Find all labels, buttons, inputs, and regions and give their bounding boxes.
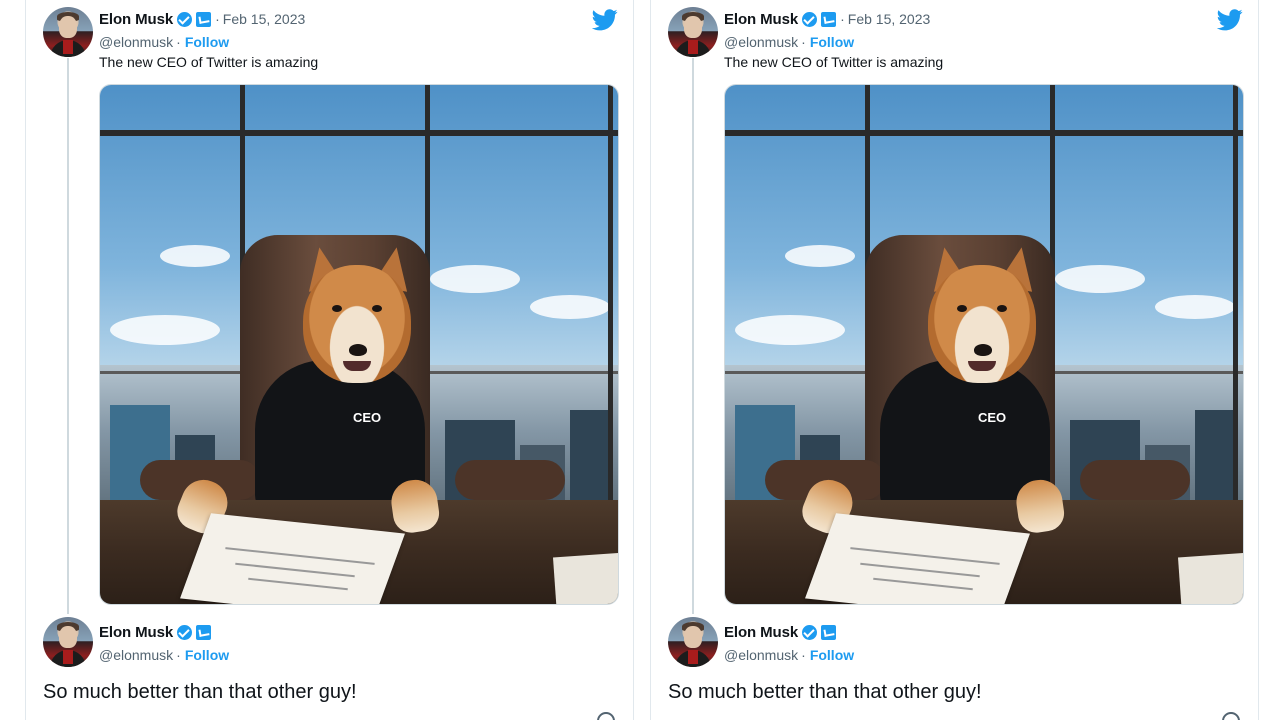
tweet-photo[interactable]: CEO: [99, 84, 619, 605]
sweater-label: CEO: [978, 410, 1007, 425]
separator: ·: [176, 34, 181, 50]
author-row: Elon Musk · Feb 15, 2023: [99, 9, 305, 29]
avatar[interactable]: [668, 7, 718, 57]
verified-badge-icon: [177, 11, 193, 27]
tweet-date[interactable]: Feb 15, 2023: [223, 11, 306, 27]
verified-badge-icon: [177, 624, 193, 640]
follow-link[interactable]: Follow: [810, 34, 854, 50]
handle-row: @elonmusk · Follow: [99, 33, 229, 51]
author-row: Elon Musk · Feb 15, 2023: [724, 9, 930, 29]
twitter-affiliate-icon: [196, 11, 212, 27]
twitter-bird-icon[interactable]: [1217, 9, 1243, 31]
verified-badge-icon: [802, 624, 818, 640]
twitter-bird-icon[interactable]: [592, 9, 618, 31]
author-handle[interactable]: @elonmusk: [724, 34, 798, 50]
handle-row: @elonmusk · Follow: [99, 646, 229, 664]
follow-link[interactable]: Follow: [185, 34, 229, 50]
tweet-photo[interactable]: CEO: [724, 84, 1244, 605]
follow-link[interactable]: Follow: [810, 647, 854, 663]
reply-text: So much better than that other guy!: [668, 681, 982, 703]
author-name[interactable]: Elon Musk: [99, 11, 173, 28]
handle-row: @elonmusk · Follow: [724, 33, 854, 51]
twitter-affiliate-icon: [196, 624, 212, 640]
info-circle-icon[interactable]: [1222, 712, 1240, 720]
author-name[interactable]: Elon Musk: [99, 624, 173, 641]
follow-link[interactable]: Follow: [185, 647, 229, 663]
thread-line: [67, 58, 69, 614]
reply-author-row: Elon Musk: [99, 622, 212, 642]
separator: ·: [215, 11, 220, 27]
avatar[interactable]: [43, 7, 93, 57]
separator: ·: [801, 647, 806, 663]
thread-line: [692, 58, 694, 614]
author-handle[interactable]: @elonmusk: [99, 34, 173, 50]
separator: ·: [801, 34, 806, 50]
reply-text: So much better than that other guy!: [43, 681, 357, 703]
tweet-date[interactable]: Feb 15, 2023: [848, 11, 931, 27]
author-handle[interactable]: @elonmusk: [99, 647, 173, 663]
verified-badge-icon: [802, 11, 818, 27]
tweet-text: The new CEO of Twitter is amazing: [99, 54, 319, 70]
sweater-label: CEO: [353, 410, 382, 425]
avatar[interactable]: [668, 617, 718, 667]
twitter-affiliate-icon: [821, 11, 837, 27]
avatar[interactable]: [43, 617, 93, 667]
author-handle[interactable]: @elonmusk: [724, 647, 798, 663]
tweet-text: The new CEO of Twitter is amazing: [724, 54, 944, 70]
twitter-affiliate-icon: [821, 624, 837, 640]
separator: ·: [176, 647, 181, 663]
author-name[interactable]: Elon Musk: [724, 11, 798, 28]
handle-row: @elonmusk · Follow: [724, 646, 854, 664]
tweet-card: Elon Musk · Feb 15, 2023 @elonmusk · Fol…: [650, 0, 1259, 720]
tweet-card: Elon Musk · Feb 15, 2023 @elonmusk · Fol…: [25, 0, 634, 720]
author-name[interactable]: Elon Musk: [724, 624, 798, 641]
info-circle-icon[interactable]: [597, 712, 615, 720]
separator: ·: [840, 11, 845, 27]
reply-author-row: Elon Musk: [724, 622, 837, 642]
